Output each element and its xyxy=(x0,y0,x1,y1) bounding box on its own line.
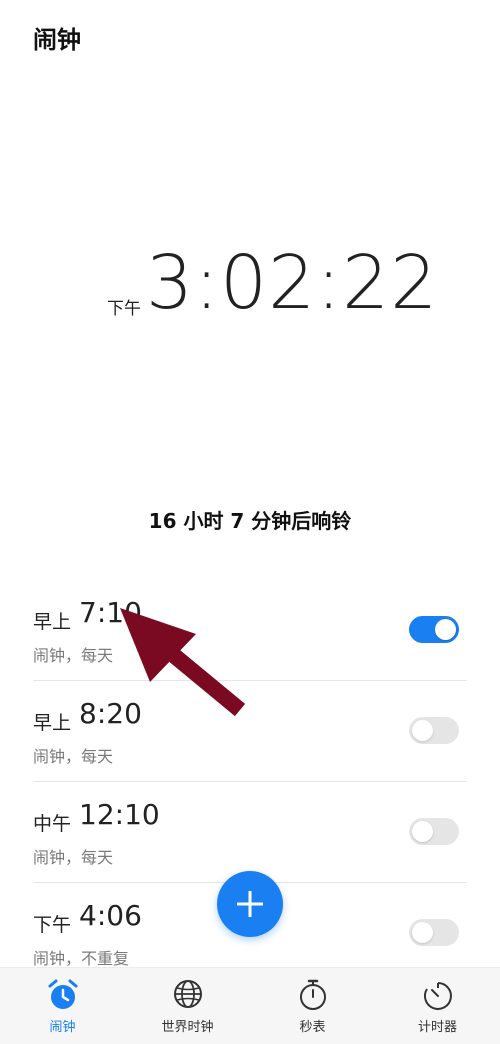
alarm-time: 8:20 xyxy=(79,697,142,730)
alarm-time: 12:10 xyxy=(79,798,160,831)
toggle-knob xyxy=(412,720,433,741)
alarm-label: 闹钟，每天 xyxy=(33,646,114,665)
clock-time: 3:02:22 xyxy=(146,240,439,326)
page-title: 闹钟 xyxy=(33,26,81,54)
bottom-navigation: 闹钟 世界时钟 秒表 计时器 xyxy=(0,967,500,1044)
alarm-label: 闹钟，每天 xyxy=(33,747,114,766)
toggle-knob xyxy=(412,821,433,842)
nav-label: 秒表 xyxy=(299,1020,326,1035)
nav-tab-stopwatch[interactable]: 秒表 xyxy=(250,968,375,1044)
alarm-period: 中午 xyxy=(33,813,72,835)
alarm-toggle[interactable] xyxy=(409,616,459,643)
toggle-knob xyxy=(435,619,456,640)
alarm-toggle[interactable] xyxy=(409,919,459,946)
alarm-item[interactable]: 中午 12:10 闹钟，每天 xyxy=(33,782,467,883)
alarm-item[interactable]: 早上 7:10 闹钟，每天 xyxy=(33,580,467,681)
nav-tab-world-clock[interactable]: 世界时钟 xyxy=(125,968,250,1044)
nav-tab-alarm[interactable]: 闹钟 xyxy=(0,968,125,1044)
alarm-label: 闹钟，每天 xyxy=(33,848,114,867)
timer-icon xyxy=(424,982,452,1010)
alarm-toggle[interactable] xyxy=(409,717,459,744)
plus-icon xyxy=(237,891,263,917)
alarm-period: 早上 xyxy=(33,611,72,633)
add-alarm-button[interactable] xyxy=(217,871,283,937)
current-time-display: 下午 3:02:22 xyxy=(0,238,500,328)
nav-label: 计时器 xyxy=(417,1020,457,1035)
toggle-knob xyxy=(412,922,433,943)
alarm-label: 闹钟，不重复 xyxy=(33,949,130,968)
clock-ampm: 下午 xyxy=(107,299,141,319)
globe-icon xyxy=(174,980,202,1008)
alarm-time: 7:10 xyxy=(79,596,142,629)
nav-tab-timer[interactable]: 计时器 xyxy=(375,968,500,1044)
alarm-period: 下午 xyxy=(33,914,72,936)
alarm-toggle[interactable] xyxy=(409,818,459,845)
alarm-period: 早上 xyxy=(33,712,72,734)
alarm-time: 4:06 xyxy=(79,899,142,932)
next-alarm-countdown: 16 小时 7 分钟后响铃 xyxy=(148,509,352,533)
stopwatch-icon xyxy=(300,979,326,1010)
alarm-item[interactable]: 早上 8:20 闹钟，每天 xyxy=(33,681,467,782)
nav-label: 世界时钟 xyxy=(161,1020,214,1035)
nav-label: 闹钟 xyxy=(49,1020,76,1035)
alarm-clock-icon xyxy=(48,979,78,1009)
